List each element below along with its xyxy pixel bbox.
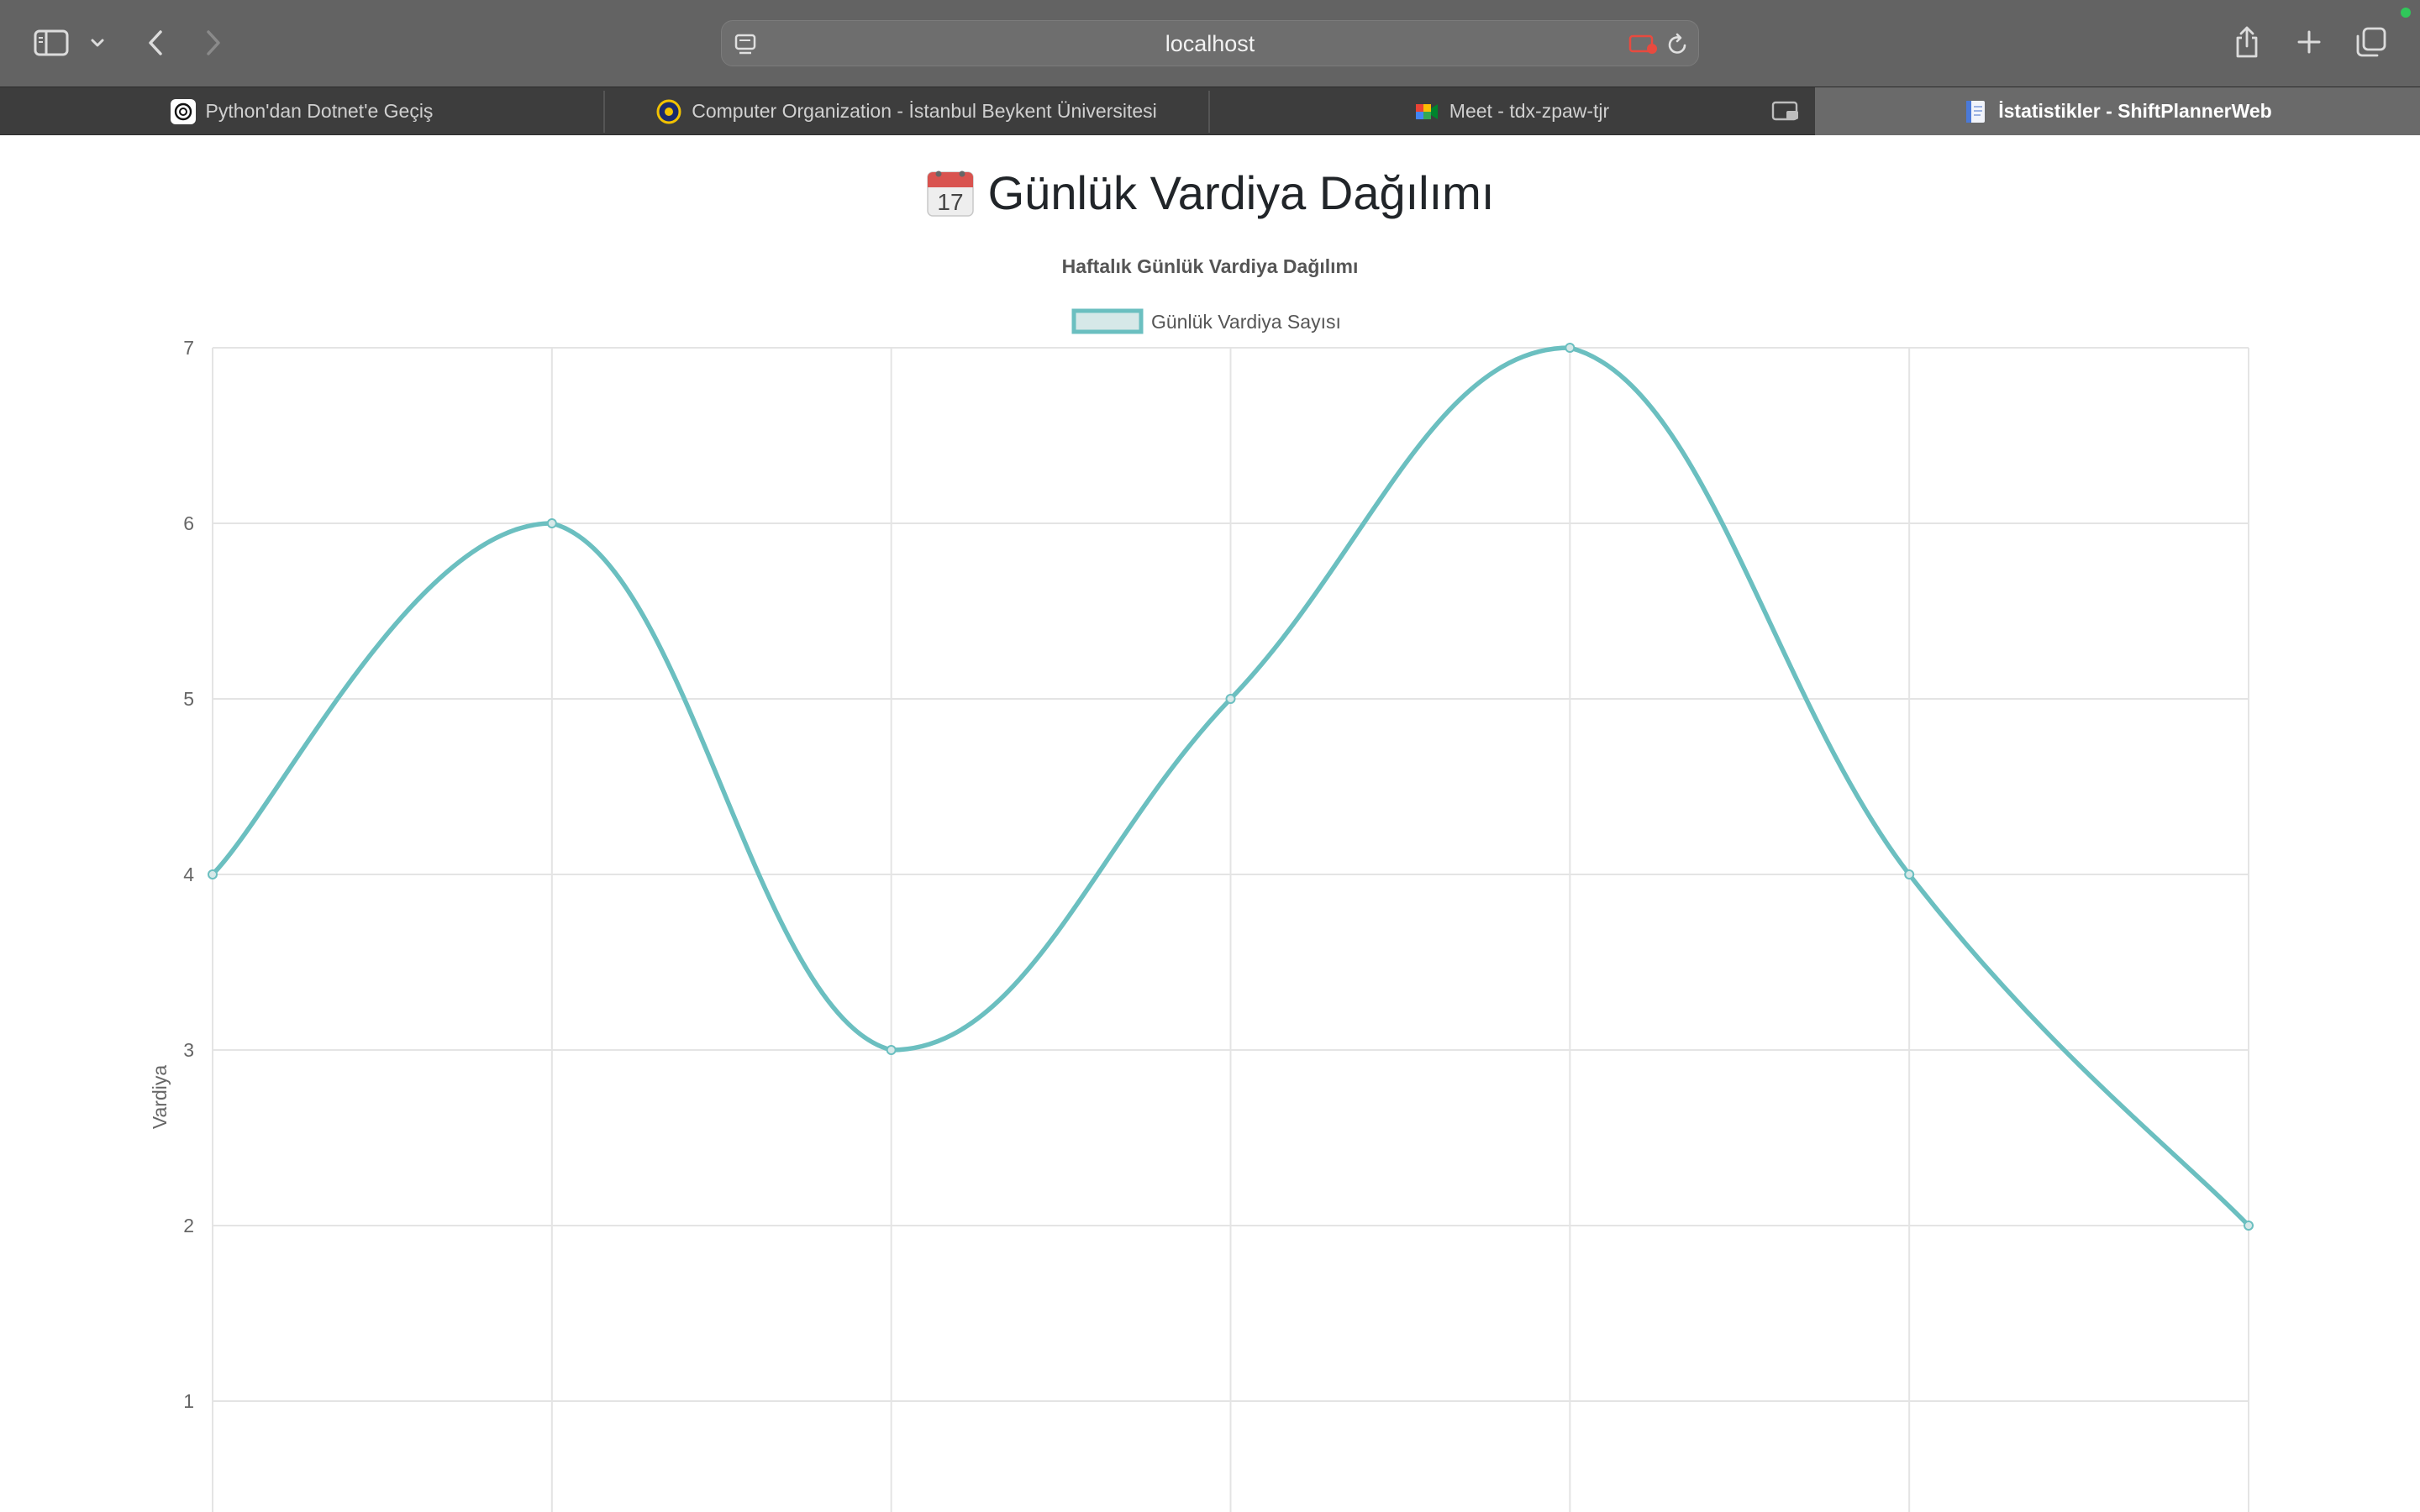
chevron-left-icon xyxy=(149,30,162,55)
x-gridlines xyxy=(212,348,2249,1512)
share-icon xyxy=(2236,26,2258,58)
data-point[interactable] xyxy=(546,518,557,528)
data-point[interactable] xyxy=(1225,694,1236,704)
plus-icon xyxy=(2297,30,2321,54)
line-chart: Haftalık Günlük Vardiya Dağılımı Günlük … xyxy=(149,255,2254,1512)
y-tick-label: 1 xyxy=(183,1390,194,1412)
data-point[interactable] xyxy=(886,1045,897,1055)
data-point[interactable] xyxy=(2244,1221,2254,1231)
y-tick-label: 6 xyxy=(183,512,194,534)
chart-title: Haftalık Günlük Vardiya Dağılımı xyxy=(1062,255,1359,277)
new-tab-button[interactable] xyxy=(2294,27,2324,57)
tab-computer-organization[interactable]: Computer Organization - İstanbul Beykent… xyxy=(605,87,1208,135)
tab-group-dropdown-button[interactable] xyxy=(87,32,108,54)
tab-bar: Python'dan Dotnet'e Geçiş Computer Organ… xyxy=(0,87,2420,135)
chart-legend[interactable]: Günlük Vardiya Sayısı xyxy=(1071,308,1341,334)
address-bar[interactable]: localhost xyxy=(721,20,1699,66)
sidebar-toggle-button[interactable] xyxy=(32,25,71,60)
y-tick-label: 4 xyxy=(183,864,194,885)
reload-icon[interactable] xyxy=(1666,32,1690,57)
sidebar-icon xyxy=(34,29,69,56)
recording-indicator xyxy=(2401,8,2411,18)
y-tick-label: 7 xyxy=(183,337,194,359)
tab-meet[interactable]: Meet - tdx-zpaw-tjr xyxy=(1210,87,1813,135)
tab-overview-button[interactable] xyxy=(2354,25,2388,59)
tab-overview-icon xyxy=(2356,27,2386,57)
url-text: localhost xyxy=(1165,31,1255,56)
y-axis-label: Vardiya xyxy=(149,1065,171,1129)
share-button[interactable] xyxy=(2232,24,2262,60)
forward-button[interactable] xyxy=(199,25,228,60)
data-point[interactable] xyxy=(1904,869,1915,879)
tab-python-dotnet[interactable]: Python'dan Dotnet'e Geçiş xyxy=(0,87,603,135)
legend-label: Günlük Vardiya Sayısı xyxy=(1151,311,1341,333)
data-point[interactable] xyxy=(208,869,218,879)
tab-label: İstatistikler - ShiftPlannerWeb xyxy=(1998,100,2272,122)
y-tick-label: 3 xyxy=(183,1039,194,1061)
data-point[interactable] xyxy=(1565,343,1576,353)
y-tick-label: 5 xyxy=(183,688,194,710)
tab-label: Computer Organization - İstanbul Beykent… xyxy=(692,100,1157,122)
y-tick-label: 2 xyxy=(183,1215,194,1236)
page-content: 17 Günlük Vardiya Dağılımı Haftalık Günl… xyxy=(0,135,2420,1512)
screen-share-icon[interactable] xyxy=(1771,101,1800,123)
chevron-down-icon xyxy=(91,39,104,47)
back-button[interactable] xyxy=(141,25,170,60)
openai-icon xyxy=(170,98,196,124)
meet-icon xyxy=(1415,103,1438,119)
tab-istatistikler[interactable]: İstatistikler - ShiftPlannerWeb xyxy=(1815,87,2420,135)
legend-swatch xyxy=(1071,308,1144,334)
browser-toolbar: localhost xyxy=(0,0,2420,87)
y-tick-labels: 1 2 3 4 5 6 7 xyxy=(183,337,194,1412)
screen-recording-icon[interactable] xyxy=(1628,34,1659,55)
chevron-right-icon xyxy=(207,30,220,55)
page-icon xyxy=(1966,100,1986,123)
moodle-icon xyxy=(656,99,681,123)
tab-label: Python'dan Dotnet'e Geçiş xyxy=(205,100,434,122)
tab-label: Meet - tdx-zpaw-tjr xyxy=(1449,100,1610,122)
